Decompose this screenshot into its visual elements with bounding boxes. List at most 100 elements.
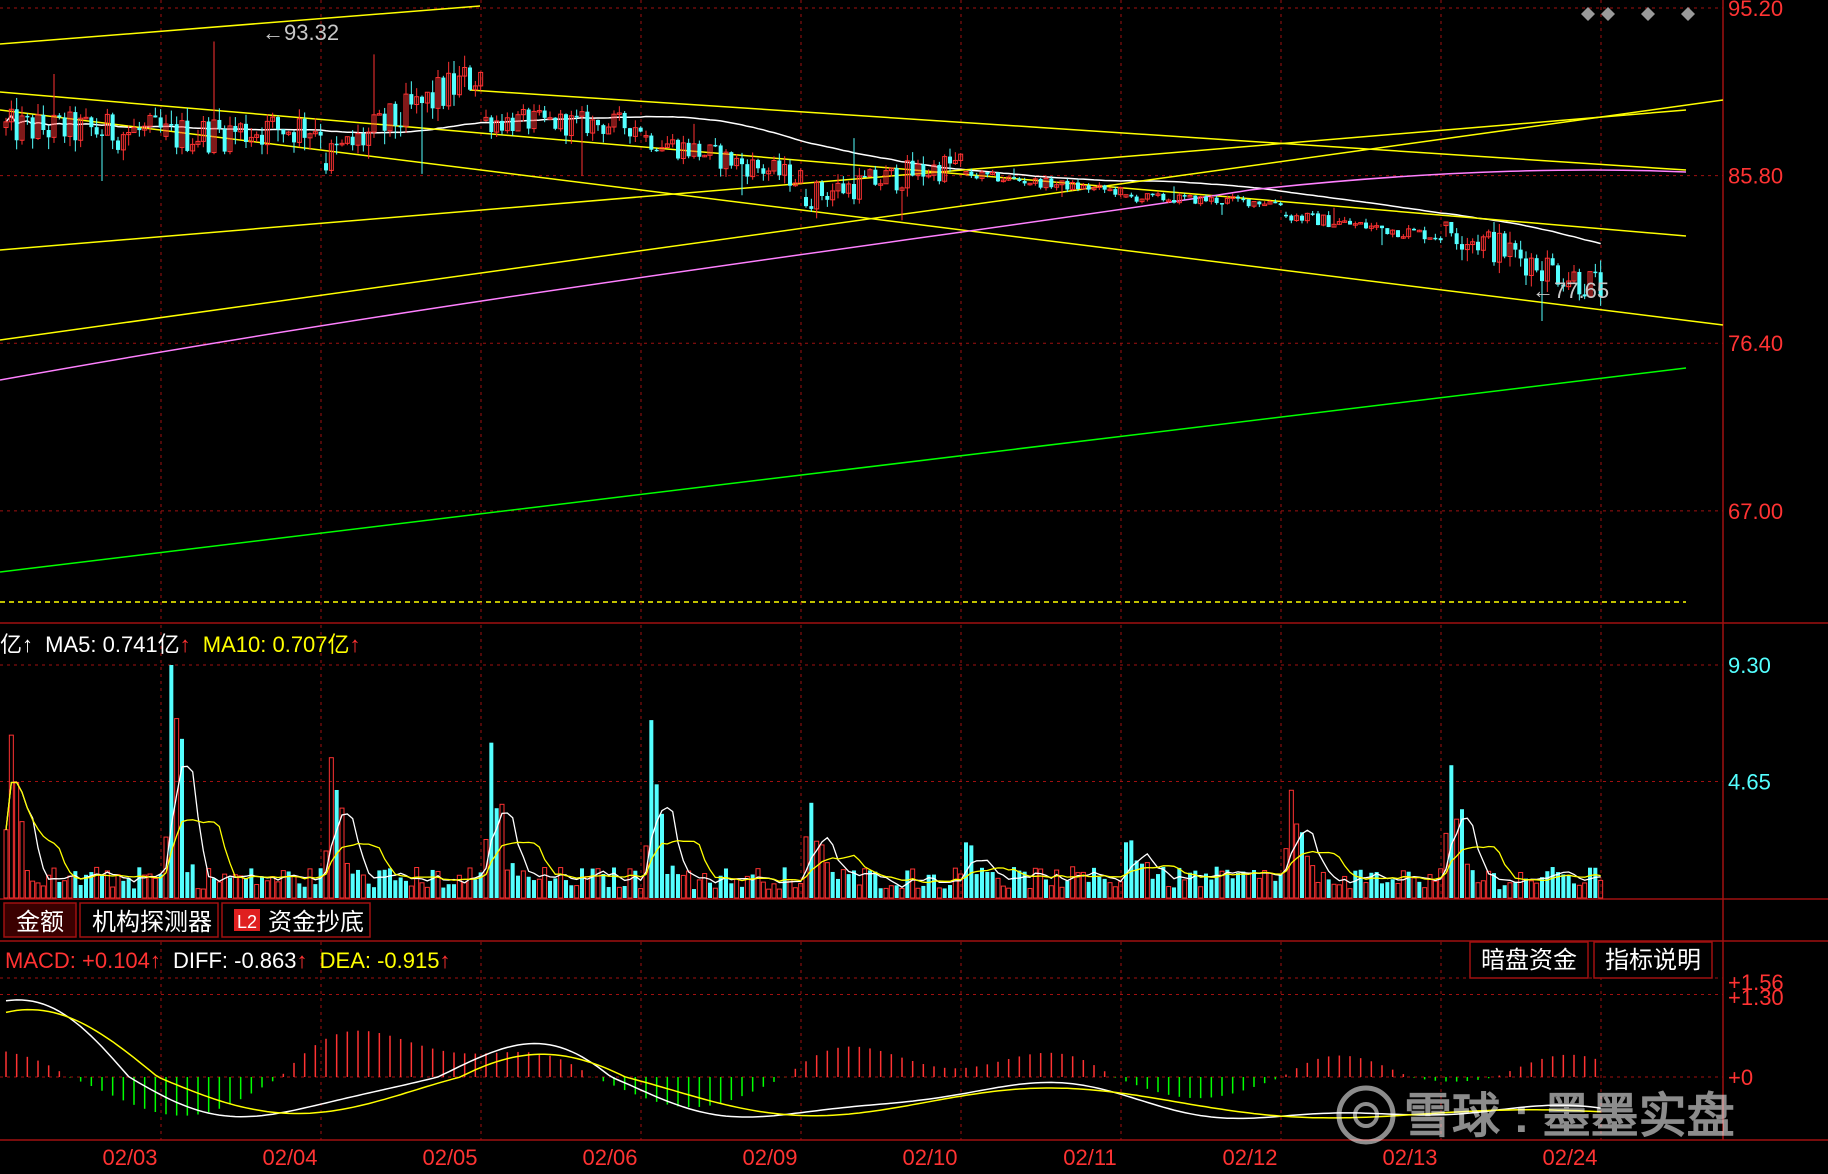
candle-body-down[interactable] xyxy=(393,103,398,126)
volume-bar-down[interactable] xyxy=(590,868,595,898)
volume-bar-down[interactable] xyxy=(1102,878,1107,898)
candle-body-down[interactable] xyxy=(937,165,942,182)
volume-bar-down[interactable] xyxy=(1385,882,1390,898)
volume-bar-down[interactable] xyxy=(350,873,355,898)
volume-bar-down[interactable] xyxy=(297,883,302,898)
volume-bar-down[interactable] xyxy=(921,885,926,898)
volume-bar-down[interactable] xyxy=(1566,875,1571,898)
candle-body-down[interactable] xyxy=(1492,231,1496,263)
candle-body-down[interactable] xyxy=(788,164,792,186)
candle-body-down[interactable] xyxy=(1438,238,1443,241)
candle-body-down[interactable] xyxy=(718,145,723,169)
volume-bar-down[interactable] xyxy=(846,874,851,898)
candle-body-down[interactable] xyxy=(862,175,867,178)
candle-body-down[interactable] xyxy=(1412,228,1416,231)
volume-bar-down[interactable] xyxy=(1502,885,1507,898)
candle-body-down[interactable] xyxy=(1460,244,1464,250)
candle-body-down[interactable] xyxy=(441,77,446,106)
candle-body-down[interactable] xyxy=(116,140,120,150)
candle-body-down[interactable] xyxy=(1150,193,1155,196)
volume-bar-down[interactable] xyxy=(372,887,376,898)
candle-body-down[interactable] xyxy=(30,117,35,139)
candle-body-down[interactable] xyxy=(1017,178,1022,181)
volume-bar-down[interactable] xyxy=(356,869,360,898)
candle-body-down[interactable] xyxy=(57,115,62,118)
volume-bar-down[interactable] xyxy=(564,880,568,898)
volume-bar-down[interactable] xyxy=(516,875,520,898)
volume-bar-down[interactable] xyxy=(1134,860,1139,898)
volume-bar-down[interactable] xyxy=(1380,883,1384,898)
volume-bar-down[interactable] xyxy=(302,886,307,898)
candle-body-down[interactable] xyxy=(974,175,979,179)
candle-body-down[interactable] xyxy=(1038,178,1043,188)
candle-body-down[interactable] xyxy=(1476,241,1480,251)
volume-bar-down[interactable] xyxy=(1086,881,1091,898)
volume-bar-down[interactable] xyxy=(57,881,62,898)
candle-body-down[interactable] xyxy=(686,142,691,157)
candle-body-down[interactable] xyxy=(622,112,627,129)
candle-body-down[interactable] xyxy=(420,96,424,104)
volume-bar-down[interactable] xyxy=(1012,867,1016,898)
volume-bar-down[interactable] xyxy=(1097,876,1102,898)
candle-body-down[interactable] xyxy=(100,134,104,136)
candle-body-down[interactable] xyxy=(1534,258,1539,271)
candle-body-down[interactable] xyxy=(1065,180,1070,190)
candle-body-down[interactable] xyxy=(1326,215,1331,228)
candle-body-down[interactable] xyxy=(852,183,856,200)
candle-body-down[interactable] xyxy=(468,67,472,90)
volume-bar-down[interactable] xyxy=(441,887,446,898)
volume-bar-down[interactable] xyxy=(1124,842,1128,898)
volume-bar-down[interactable] xyxy=(244,878,248,898)
candle-body-down[interactable] xyxy=(526,109,531,129)
candle-body-down[interactable] xyxy=(158,117,163,128)
volume-bar-down[interactable] xyxy=(212,878,216,898)
candle-body-down[interactable] xyxy=(1257,201,1262,205)
candle-body-down[interactable] xyxy=(409,94,414,105)
volume-bar-down[interactable] xyxy=(830,871,835,898)
volume-bar-down[interactable] xyxy=(553,878,558,898)
volume-bar-down[interactable] xyxy=(606,887,611,898)
volume-bar-down[interactable] xyxy=(1374,872,1379,898)
candle-body-down[interactable] xyxy=(910,160,915,176)
candle-body-down[interactable] xyxy=(73,112,78,141)
volume-bar-down[interactable] xyxy=(980,867,984,898)
volume-bar-down[interactable] xyxy=(1278,873,1283,898)
volume-bar-down[interactable] xyxy=(100,875,104,898)
candle-body-down[interactable] xyxy=(14,109,19,141)
volume-bar-down[interactable] xyxy=(185,872,190,898)
candle-body-down[interactable] xyxy=(1385,228,1390,235)
volume-bar-down[interactable] xyxy=(1241,871,1246,898)
volume-bar-down[interactable] xyxy=(649,720,654,898)
volume-bar-down[interactable] xyxy=(489,742,494,898)
candle-body-down[interactable] xyxy=(233,125,238,132)
candle-body-down[interactable] xyxy=(1364,222,1368,229)
volume-bar-down[interactable] xyxy=(313,884,318,898)
volume-bar-down[interactable] xyxy=(750,874,755,898)
volume-bar-down[interactable] xyxy=(1188,872,1192,898)
volume-bar-down[interactable] xyxy=(1326,879,1331,898)
volume-bar-down[interactable] xyxy=(126,877,131,898)
volume-bar-down[interactable] xyxy=(366,883,371,898)
candle-body-down[interactable] xyxy=(185,120,190,151)
candle-body-down[interactable] xyxy=(697,143,702,157)
candle-body-down[interactable] xyxy=(510,117,515,131)
volume-bar-down[interactable] xyxy=(1017,870,1022,898)
volume-bar-down[interactable] xyxy=(708,882,712,898)
volume-bar-down[interactable] xyxy=(1209,879,1214,898)
candle-body-down[interactable] xyxy=(574,115,579,118)
candle-body-down[interactable] xyxy=(1593,271,1598,274)
volume-bar-down[interactable] xyxy=(1230,878,1235,898)
candle-body-down[interactable] xyxy=(62,117,67,137)
candle-body-down[interactable] xyxy=(1182,195,1187,197)
candle-body-down[interactable] xyxy=(260,134,264,145)
candle-body-down[interactable] xyxy=(302,118,307,138)
volume-bar-down[interactable] xyxy=(382,869,387,898)
candle-body-down[interactable] xyxy=(217,119,222,129)
volume-bar-down[interactable] xyxy=(1156,874,1160,898)
candle-body-down[interactable] xyxy=(361,133,366,146)
candle-body-down[interactable] xyxy=(1220,203,1224,205)
volume-bar-down[interactable] xyxy=(1513,881,1518,898)
candle-body-down[interactable] xyxy=(276,117,280,130)
volume-bar-down[interactable] xyxy=(942,888,947,898)
candle-body-down[interactable] xyxy=(638,127,643,132)
